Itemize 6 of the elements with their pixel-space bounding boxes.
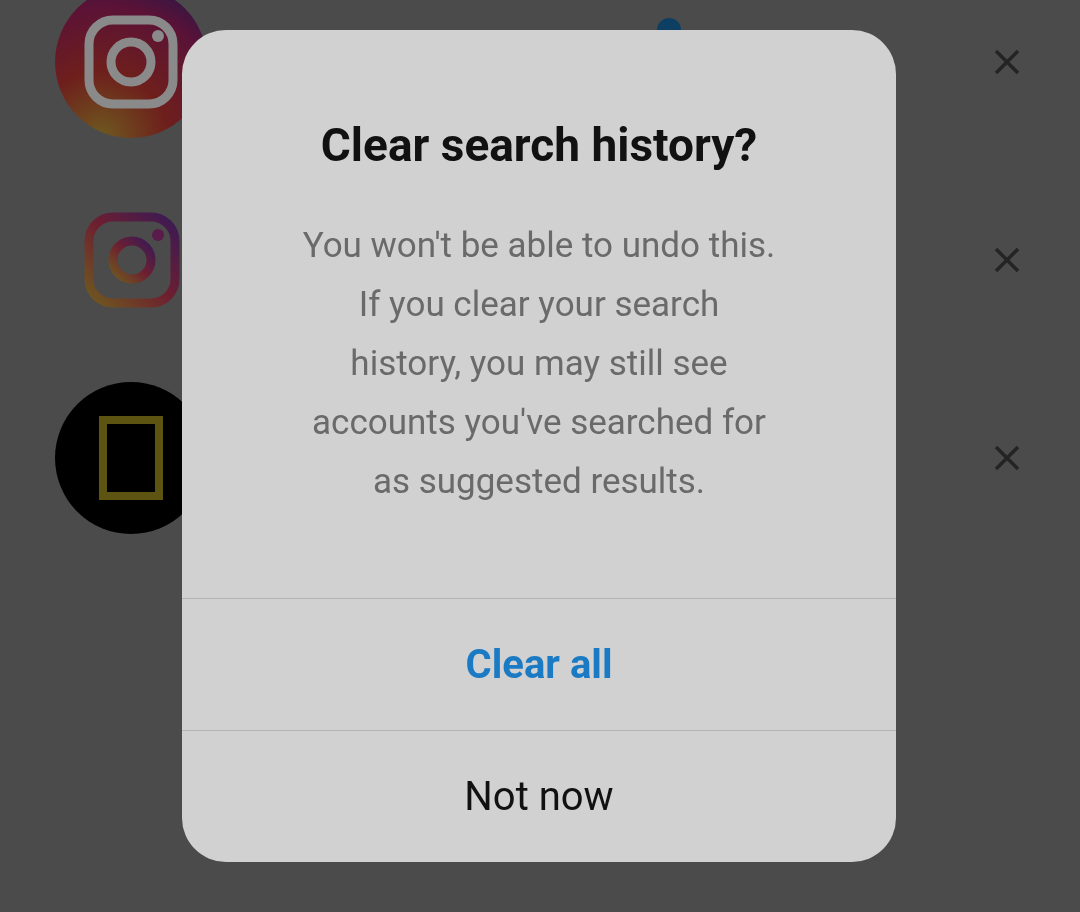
dialog-message: You won't be able to undo this. If you clear your search history, you may still see accounts you've searched for as suggested results. (301, 224, 777, 504)
close-icon[interactable] (994, 49, 1020, 75)
dialog-title: Clear search history? (319, 118, 759, 172)
close-icon[interactable] (994, 247, 1020, 273)
close-icon[interactable] (994, 445, 1020, 471)
not-now-button[interactable]: Not now (182, 730, 896, 862)
